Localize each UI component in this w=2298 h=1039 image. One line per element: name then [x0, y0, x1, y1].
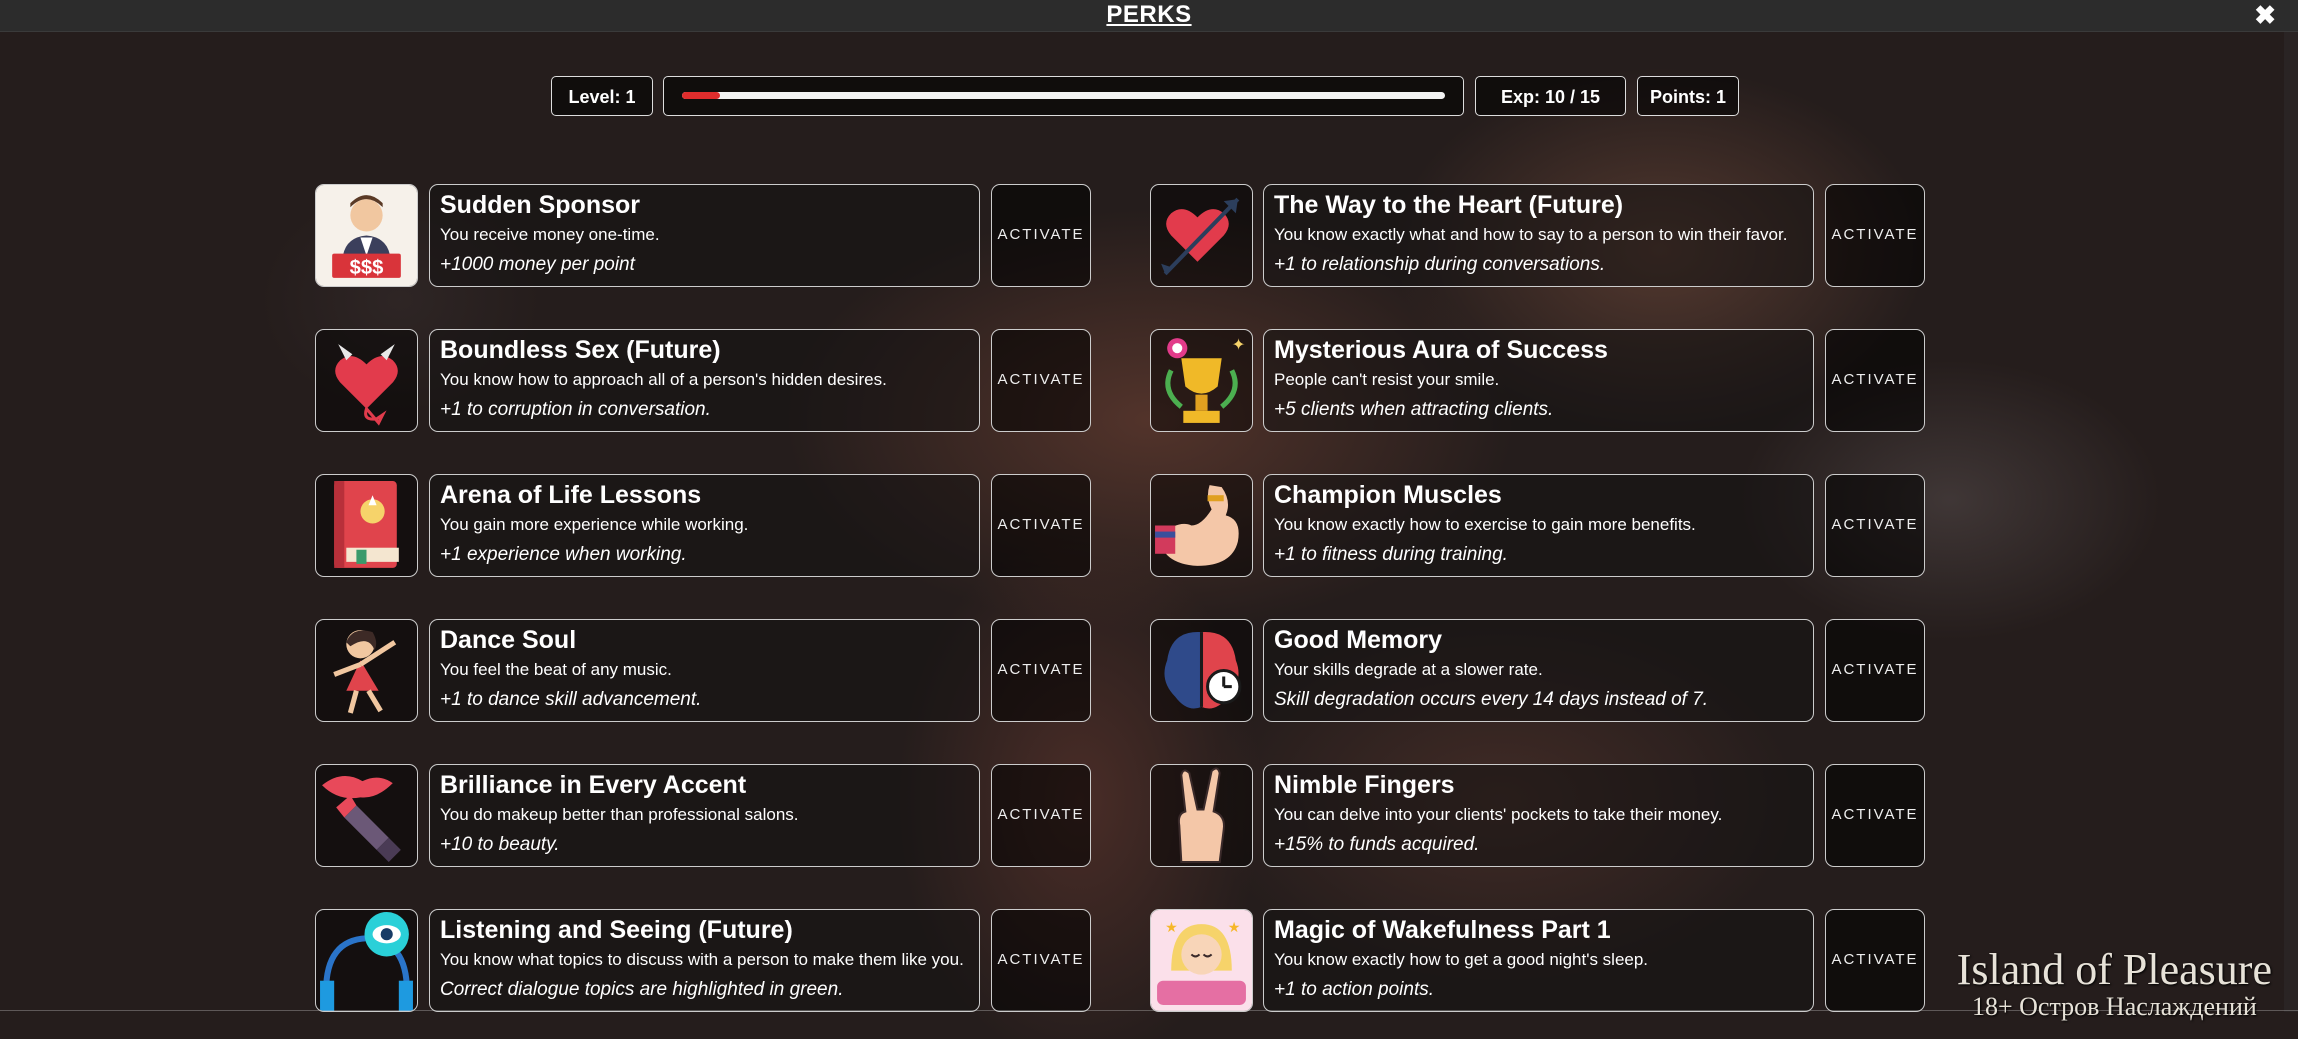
- brain-clock-icon: [1150, 619, 1253, 722]
- activate-button[interactable]: ACTIVATE: [991, 184, 1091, 287]
- perk-card-the-way-to-the-heart: The Way to the Heart (Future) You know e…: [1263, 184, 1814, 287]
- activate-button[interactable]: ACTIVATE: [991, 619, 1091, 722]
- trophy-icon: ✦: [1150, 329, 1253, 432]
- top-bar: PERKS ✖: [0, 0, 2298, 32]
- perk-description: You know exactly what and how to say to …: [1274, 225, 1788, 244]
- exp-progress-fill: [682, 92, 721, 99]
- perk-card-magic-of-wakefulness: Magic of Wakefulness Part 1 You know exa…: [1263, 909, 1814, 1012]
- svg-text:★: ★: [1165, 920, 1178, 936]
- perk-card-mysterious-aura-of-success: Mysterious Aura of Success People can't …: [1263, 329, 1814, 432]
- book-icon: [315, 474, 418, 577]
- perk-title: Arena of Life Lessons: [440, 481, 702, 509]
- perk-title: Listening and Seeing (Future): [440, 916, 793, 944]
- activate-button[interactable]: ACTIVATE: [1825, 184, 1925, 287]
- activate-button[interactable]: ACTIVATE: [1825, 909, 1925, 1012]
- logo-title: Island of Pleasure: [1956, 945, 2272, 994]
- perk-card-arena-of-life-lessons: Arena of Life Lessons You gain more expe…: [429, 474, 980, 577]
- activate-button[interactable]: ACTIVATE: [991, 909, 1091, 1012]
- heart-arrow-icon: [1150, 184, 1253, 287]
- perk-bonus: +1 experience when working.: [440, 544, 687, 565]
- activate-button[interactable]: ACTIVATE: [1825, 329, 1925, 432]
- close-icon[interactable]: ✖: [2254, 0, 2276, 31]
- headphones-eye-icon: [315, 909, 418, 1012]
- perk-title: Mysterious Aura of Success: [1274, 336, 1608, 364]
- perk-bonus: +1 to dance skill advancement.: [440, 689, 702, 710]
- perk-bonus: Skill degradation occurs every 14 days i…: [1274, 689, 1709, 710]
- muscle-arm-icon: [1150, 474, 1253, 577]
- sleeping-girl-icon: ★ ★: [1150, 909, 1253, 1012]
- perk-description: You know exactly how to get a good night…: [1274, 950, 1649, 969]
- perk-bonus: +1 to fitness during training.: [1274, 544, 1508, 565]
- perk-card-champion-muscles: Champion Muscles You know exactly how to…: [1263, 474, 1814, 577]
- hand-fingers-icon: [1150, 764, 1253, 867]
- perk-card-nimble-fingers: Nimble Fingers You can delve into your c…: [1263, 764, 1814, 867]
- game-logo: Island of Pleasure 18+ Остров Наслаждени…: [1957, 947, 2272, 1021]
- perk-title: Dance Soul: [440, 626, 577, 654]
- scrollbar[interactable]: [2284, 32, 2298, 1012]
- activate-button[interactable]: ACTIVATE: [1825, 764, 1925, 867]
- devil-heart-icon: [315, 329, 418, 432]
- logo-subtitle: 18+ Остров Наслаждений: [1971, 992, 2257, 1021]
- perk-description: You know how to approach all of a person…: [440, 370, 887, 389]
- perk-description: You gain more experience while working.: [440, 515, 749, 534]
- perk-bonus: +1 to relationship during conversations.: [1274, 254, 1606, 275]
- perk-title: Good Memory: [1274, 626, 1443, 654]
- perk-bonus: +10 to beauty.: [440, 834, 560, 855]
- perk-bonus: Correct dialogue topics are highlighted …: [440, 979, 844, 1000]
- bottom-divider: [0, 1010, 2298, 1011]
- lipstick-icon: [315, 764, 418, 867]
- level-display: Level: 1: [551, 76, 653, 116]
- perk-title: Boundless Sex (Future): [440, 336, 721, 364]
- exp-progress-bar: [663, 76, 1464, 116]
- perk-title: Sudden Sponsor: [440, 191, 640, 219]
- perk-title: Magic of Wakefulness Part 1: [1274, 916, 1611, 944]
- perk-card-sudden-sponsor: Sudden Sponsor You receive money one-tim…: [429, 184, 980, 287]
- perk-card-boundless-sex: Boundless Sex (Future) You know how to a…: [429, 329, 980, 432]
- perk-description: You can delve into your clients' pockets…: [1274, 805, 1723, 824]
- page-title: PERKS: [1106, 1, 1192, 28]
- perk-card-good-memory: Good Memory Your skills degrade at a slo…: [1263, 619, 1814, 722]
- svg-text:✦: ✦: [1232, 335, 1246, 354]
- activate-button[interactable]: ACTIVATE: [991, 764, 1091, 867]
- dancing-girl-icon: [315, 619, 418, 722]
- svg-text:$$$: $$$: [350, 257, 384, 279]
- perk-card-listening-and-seeing: Listening and Seeing (Future) You know w…: [429, 909, 980, 1012]
- exp-progress-track: [682, 92, 1445, 99]
- exp-display: Exp: 10 / 15: [1475, 76, 1626, 116]
- perk-card-brilliance-in-every-accent: Brilliance in Every Accent You do makeup…: [429, 764, 980, 867]
- perk-description: You receive money one-time.: [440, 225, 660, 244]
- businessman-money-icon: $$$: [315, 184, 418, 287]
- activate-button[interactable]: ACTIVATE: [1825, 619, 1925, 722]
- perk-bonus: +1 to corruption in conversation.: [440, 399, 711, 420]
- perk-title: Champion Muscles: [1274, 481, 1502, 509]
- activate-button[interactable]: ACTIVATE: [991, 474, 1091, 577]
- perk-description: You feel the beat of any music.: [440, 660, 672, 679]
- perk-description: Your skills degrade at a slower rate.: [1274, 660, 1543, 679]
- perk-bonus: +15% to funds acquired.: [1274, 834, 1480, 855]
- activate-button[interactable]: ACTIVATE: [1825, 474, 1925, 577]
- perk-bonus: +1000 money per point: [440, 254, 635, 275]
- perk-title: The Way to the Heart (Future): [1274, 191, 1624, 219]
- perk-description: People can't resist your smile.: [1274, 370, 1500, 389]
- perk-title: Brilliance in Every Accent: [440, 771, 747, 799]
- svg-text:★: ★: [1228, 920, 1241, 936]
- perk-card-dance-soul: Dance Soul You feel the beat of any musi…: [429, 619, 980, 722]
- perk-title: Nimble Fingers: [1274, 771, 1455, 799]
- perk-bonus: +1 to action points.: [1274, 979, 1435, 1000]
- perk-description: You do makeup better than professional s…: [440, 805, 799, 824]
- perk-description: You know exactly how to exercise to gain…: [1274, 515, 1696, 534]
- perk-bonus: +5 clients when attracting clients.: [1274, 399, 1554, 420]
- points-display: Points: 1: [1637, 76, 1739, 116]
- perk-description: You know what topics to discuss with a p…: [440, 950, 964, 969]
- activate-button[interactable]: ACTIVATE: [991, 329, 1091, 432]
